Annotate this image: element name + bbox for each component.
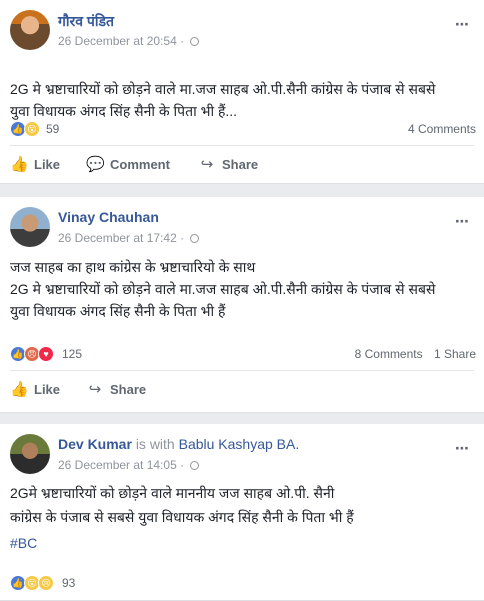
globe-icon xyxy=(190,234,200,243)
post-stats: 8 Comments 1 Share xyxy=(355,347,476,361)
sad-reaction-icon[interactable]: 😢 xyxy=(38,575,54,591)
post-text-line: युवा विधायक अंगद सिंह सैनी के पिता भी है… xyxy=(10,103,238,119)
more-options-icon[interactable]: ⋯ xyxy=(455,440,470,457)
reaction-bar: 👍 😠 ♥ 125 8 Comments 1 Share xyxy=(10,346,476,366)
post-text-line: 2G मे भ्रष्टाचारियों को छोड़ने वाले मा.ज… xyxy=(10,281,436,297)
timestamp[interactable]: 26 December at 17:42 xyxy=(58,231,177,245)
reaction-count[interactable]: 125 xyxy=(62,347,82,361)
post-header: Vinay Chauhan 26 December at 17:42 · ⋯ xyxy=(10,207,474,249)
share-icon: ↪ xyxy=(200,156,214,173)
author-line: Dev Kumar is with Bablu Kashyap BA. xyxy=(58,436,299,452)
post-2: Vinay Chauhan 26 December at 17:42 · ⋯ ज… xyxy=(0,197,484,413)
post-header: Dev Kumar is with Bablu Kashyap BA. 26 D… xyxy=(10,434,474,476)
share-icon: ↪ xyxy=(88,381,102,398)
reaction-count[interactable]: 59 xyxy=(46,122,59,136)
comment-count[interactable]: 8 Comments xyxy=(355,347,423,361)
wow-reaction-icon[interactable]: 😮 xyxy=(24,121,40,137)
author-name[interactable]: Vinay Chauhan xyxy=(58,209,159,225)
post-text-line: 2Gमे भ्रष्टाचारियों को छोड़ने वाले माननी… xyxy=(10,485,335,501)
reaction-count[interactable]: 93 xyxy=(62,576,75,590)
share-label: Share xyxy=(222,157,259,172)
avatar[interactable] xyxy=(10,207,50,247)
post-1: गौरव पंडित 26 December at 20:54 · ⋯ 2G म… xyxy=(0,0,484,184)
globe-icon xyxy=(190,461,200,470)
like-icon: 👍 xyxy=(10,156,29,173)
post-text-line: जज साहब का हाथ कांग्रेस के भ्रष्टाचारियो… xyxy=(10,259,256,275)
meta-separator: · xyxy=(180,34,185,48)
post-meta: 26 December at 20:54 · xyxy=(58,34,200,48)
action-bar: 👍 Like 💬 Comment ↪ Share xyxy=(10,149,474,181)
post-meta: 26 December at 17:42 · xyxy=(58,231,200,245)
share-button[interactable]: ↪ Share xyxy=(198,149,258,181)
like-icon: 👍 xyxy=(10,381,29,398)
like-label: Like xyxy=(34,382,61,397)
post-header: गौरव पंडित 26 December at 20:54 · ⋯ xyxy=(10,10,474,52)
globe-icon xyxy=(190,37,200,46)
post-text: 2Gमे भ्रष्टाचारियों को छोड़ने वाले माननी… xyxy=(10,482,476,554)
more-options-icon[interactable]: ⋯ xyxy=(455,16,470,33)
reaction-bar: 👍 😮 59 4 Comments xyxy=(10,121,476,141)
more-options-icon[interactable]: ⋯ xyxy=(455,213,470,230)
post-text-line: युवा विधायक अंगद सिंह सैनी के पिता भी है… xyxy=(10,303,226,319)
love-reaction-icon[interactable]: ♥ xyxy=(38,346,54,362)
action-bar: 👍 Like ↪ Share xyxy=(10,374,474,406)
comment-button[interactable]: 💬 Comment xyxy=(86,149,170,181)
avatar[interactable] xyxy=(10,10,50,50)
divider xyxy=(10,370,474,371)
divider xyxy=(10,145,474,146)
post-text-line: 2G मे भ्रष्टाचारियों को छोड़ने वाले मा.ज… xyxy=(10,81,436,97)
tagged-name[interactable]: Bablu Kashyap BA. xyxy=(179,436,300,452)
share-button[interactable]: ↪ Share xyxy=(86,374,146,406)
reaction-bar: 👍 😮 😢 93 xyxy=(10,575,476,595)
avatar[interactable] xyxy=(10,434,50,474)
post-text: 2G मे भ्रष्टाचारियों को छोड़ने वाले मा.ज… xyxy=(10,78,476,122)
like-button[interactable]: 👍 Like xyxy=(10,374,60,406)
author-name[interactable]: Dev Kumar xyxy=(58,436,132,452)
meta-separator: · xyxy=(180,231,185,245)
post-meta: 26 December at 14:05 · xyxy=(58,458,200,472)
like-label: Like xyxy=(34,157,61,172)
post-text-line: कांग्रेस के पंजाब से सबसे युवा विधायक अं… xyxy=(10,509,354,525)
like-button[interactable]: 👍 Like xyxy=(10,149,60,181)
author-name[interactable]: गौरव पंडित xyxy=(58,12,114,31)
timestamp[interactable]: 26 December at 14:05 xyxy=(58,458,177,472)
hashtag-link[interactable]: #BC xyxy=(10,532,476,554)
meta-separator: · xyxy=(180,458,185,472)
share-label: Share xyxy=(110,382,147,397)
post-3: Dev Kumar is with Bablu Kashyap BA. 26 D… xyxy=(0,424,484,601)
comment-label: Comment xyxy=(110,157,170,172)
with-text: is with xyxy=(135,436,175,452)
comment-icon: 💬 xyxy=(86,156,105,173)
share-count[interactable]: 1 Share xyxy=(434,347,476,361)
comment-count[interactable]: 4 Comments xyxy=(408,122,476,136)
timestamp[interactable]: 26 December at 20:54 xyxy=(58,34,177,48)
post-text: जज साहब का हाथ कांग्रेस के भ्रष्टाचारियो… xyxy=(10,256,476,322)
